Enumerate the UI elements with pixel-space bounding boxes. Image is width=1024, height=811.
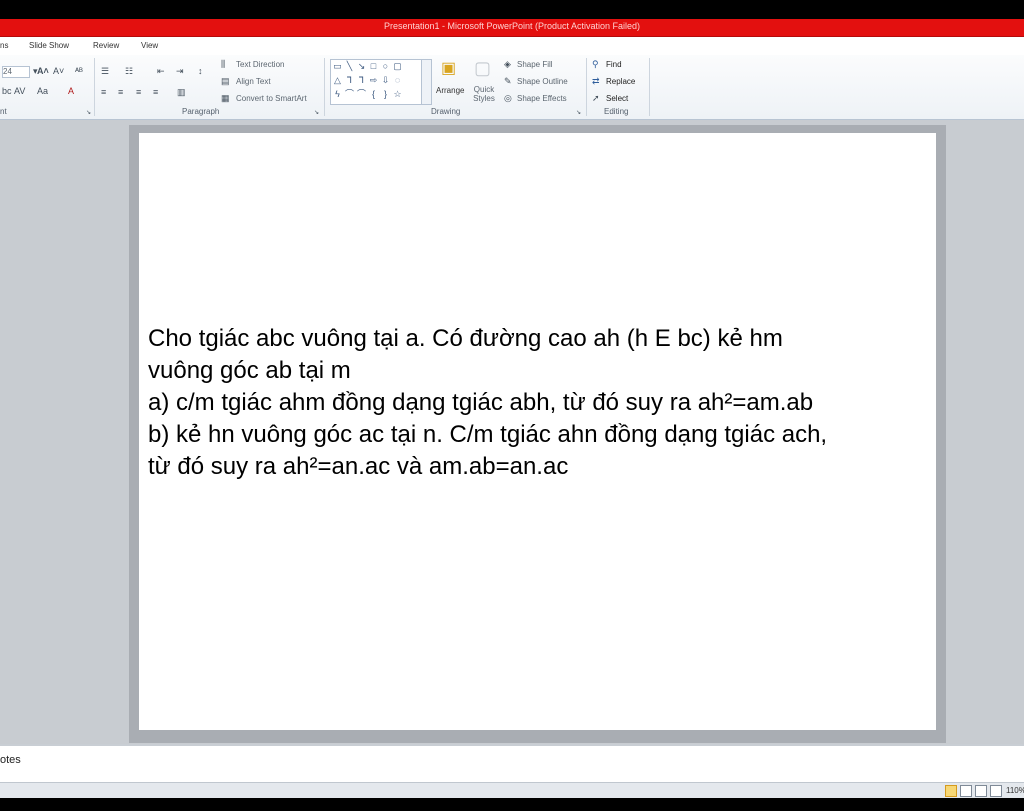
tab-animations[interactable]: ns	[0, 41, 8, 50]
shape-effects-icon[interactable]: ◎	[504, 94, 512, 103]
strikethrough-icon[interactable]: bc	[2, 87, 12, 96]
down-arrow-shape-icon[interactable]: ⇩	[380, 75, 391, 86]
bullets-icon[interactable]: ☰	[101, 67, 109, 76]
drawing-group-label: Drawing	[431, 107, 461, 116]
columns-icon[interactable]: ▥	[177, 88, 186, 97]
star-shape-icon[interactable]: ☆	[392, 89, 403, 100]
lightning-shape-icon[interactable]: ϟ	[332, 89, 343, 100]
slide-text-line[interactable]: vuông góc ab tại m	[148, 355, 351, 387]
align-left-icon[interactable]: ≡	[101, 88, 106, 97]
reading-view-button[interactable]	[975, 785, 987, 797]
shape-outline-icon[interactable]: ✎	[504, 77, 512, 86]
group-divider	[324, 58, 325, 116]
select-icon[interactable]: ➚	[592, 94, 600, 103]
font-color-icon[interactable]: A	[68, 87, 74, 96]
font-size-box[interactable]: 24	[2, 66, 30, 78]
tab-review[interactable]: Review	[93, 41, 119, 50]
shapes-gallery-scroll[interactable]	[421, 59, 432, 105]
arrow-line-shape-icon[interactable]: ↘	[356, 61, 367, 72]
triangle-shape-icon[interactable]: △	[332, 75, 343, 86]
align-center-icon[interactable]: ≡	[118, 88, 123, 97]
shape-outline-button[interactable]: Shape Outline	[517, 77, 568, 86]
top-black-bar	[0, 0, 1024, 19]
shape-fill-icon[interactable]: ◈	[504, 60, 511, 69]
tab-slide-show[interactable]: Slide Show	[29, 41, 69, 50]
right-brace-shape-icon[interactable]: }	[380, 89, 391, 100]
slide-text-line[interactable]: từ đó suy ra ah²=an.ac và am.ab=an.ac	[148, 451, 568, 483]
shrink-font-icon[interactable]: A˅	[53, 67, 64, 76]
smartart-icon[interactable]: ▦	[221, 94, 230, 103]
char-spacing-icon[interactable]: AV	[14, 87, 25, 96]
title-bar: Presentation1 - Microsoft PowerPoint (Pr…	[0, 19, 1024, 37]
slide-text-line[interactable]: b) kẻ hn vuông góc ac tại n. C/m tgiác a…	[148, 419, 827, 451]
shape-effects-button[interactable]: Shape Effects	[517, 94, 567, 103]
shape-fill-button[interactable]: Shape Fill	[517, 60, 553, 69]
left-brace-shape-icon[interactable]: {	[368, 89, 379, 100]
decrease-indent-icon[interactable]: ⇤	[157, 67, 165, 76]
paragraph-group-label: Paragraph	[182, 107, 220, 116]
grow-font-icon[interactable]: A˄	[37, 67, 49, 76]
status-bar: 110%	[0, 782, 1024, 799]
change-case-icon[interactable]: Aa	[37, 87, 48, 96]
paragraph-dialog-launcher-icon[interactable]: ↘	[314, 109, 319, 118]
rectangle-shape-icon[interactable]: □	[368, 61, 379, 72]
align-text-icon[interactable]: ▤	[221, 77, 230, 86]
justify-icon[interactable]: ≡	[153, 88, 158, 97]
ribbon: 24 ▾ A˄ A˅ ᴬᴮ bc AV Aa A nt ↘ ☰ ☷ ⇤ ⇥ ↕ …	[0, 55, 1024, 120]
group-divider	[649, 58, 650, 116]
shapes-gallery[interactable]: ▭ ╲ ↘ □ ○ ▢ △ ⅂ ⅂ ⇨ ⇩ ◌ ϟ ⌒ ⌒ { } ☆	[330, 59, 422, 105]
arrange-icon[interactable]: ▣	[441, 60, 456, 78]
zoom-level[interactable]: 110%	[1006, 786, 1024, 795]
replace-button[interactable]: Replace	[606, 77, 635, 86]
clear-format-icon[interactable]: ᴬᴮ	[75, 67, 83, 76]
right-arrow-shape-icon[interactable]: ⇨	[368, 75, 379, 86]
slide-canvas[interactable]: Cho tgiác abc vuông tại a. Có đường cao …	[139, 133, 936, 730]
bottom-black-bar	[0, 798, 1024, 811]
font-dialog-launcher-icon[interactable]: ↘	[86, 109, 91, 118]
text-box-shape-icon[interactable]: ▭	[332, 61, 343, 72]
find-icon[interactable]: ⚲	[592, 60, 599, 69]
find-button[interactable]: Find	[606, 60, 622, 69]
line-shape-icon[interactable]: ╲	[344, 61, 355, 72]
window-title: Presentation1 - Microsoft PowerPoint (Pr…	[383, 21, 641, 31]
arrange-button[interactable]: Arrange	[436, 86, 464, 95]
arc-shape-icon[interactable]: ⌒	[356, 89, 367, 100]
oval-shape-icon[interactable]: ○	[380, 61, 391, 72]
slideshow-view-button[interactable]	[990, 785, 1002, 797]
group-divider	[586, 58, 587, 116]
tab-view[interactable]: View	[141, 41, 158, 50]
notes-placeholder: otes	[0, 754, 21, 766]
ribbon-tabs: ns Slide Show Review View	[0, 37, 1024, 56]
increase-indent-icon[interactable]: ⇥	[176, 67, 184, 76]
convert-smartart-button[interactable]: Convert to SmartArt	[236, 94, 307, 103]
elbow-connector-icon[interactable]: ⅂	[344, 75, 355, 86]
numbering-icon[interactable]: ☷	[125, 67, 133, 76]
align-right-icon[interactable]: ≡	[136, 88, 141, 97]
slide-sorter-view-button[interactable]	[960, 785, 972, 797]
rounded-rect-shape-icon[interactable]: ▢	[392, 61, 403, 72]
select-button[interactable]: Select	[606, 94, 628, 103]
slide-text-line[interactable]: Cho tgiác abc vuông tại a. Có đường cao …	[148, 323, 783, 355]
text-direction-icon[interactable]: ⫼	[221, 60, 225, 69]
replace-icon[interactable]: ⇄	[592, 77, 600, 86]
group-divider	[94, 58, 95, 116]
elbow-arrow-icon[interactable]: ⅂	[356, 75, 367, 86]
flowchart-shape-icon[interactable]: ◌	[392, 75, 403, 86]
notes-pane[interactable]: otes	[0, 744, 1024, 784]
editing-group-label: Editing	[604, 107, 629, 116]
drawing-dialog-launcher-icon[interactable]: ↘	[576, 109, 581, 118]
normal-view-button[interactable]	[945, 785, 957, 797]
text-direction-button[interactable]: Text Direction	[236, 60, 284, 69]
quick-styles-icon[interactable]: ▢	[474, 58, 491, 78]
align-text-button[interactable]: Align Text	[236, 77, 271, 86]
line-spacing-icon[interactable]: ↕	[198, 67, 203, 76]
curve-shape-icon[interactable]: ⌒	[344, 89, 355, 100]
quick-styles-button[interactable]: Quick Styles	[471, 85, 497, 103]
font-group-label: nt	[0, 107, 7, 116]
slide-text-line[interactable]: a) c/m tgiác ahm đồng dạng tgiác abh, từ…	[148, 387, 813, 419]
